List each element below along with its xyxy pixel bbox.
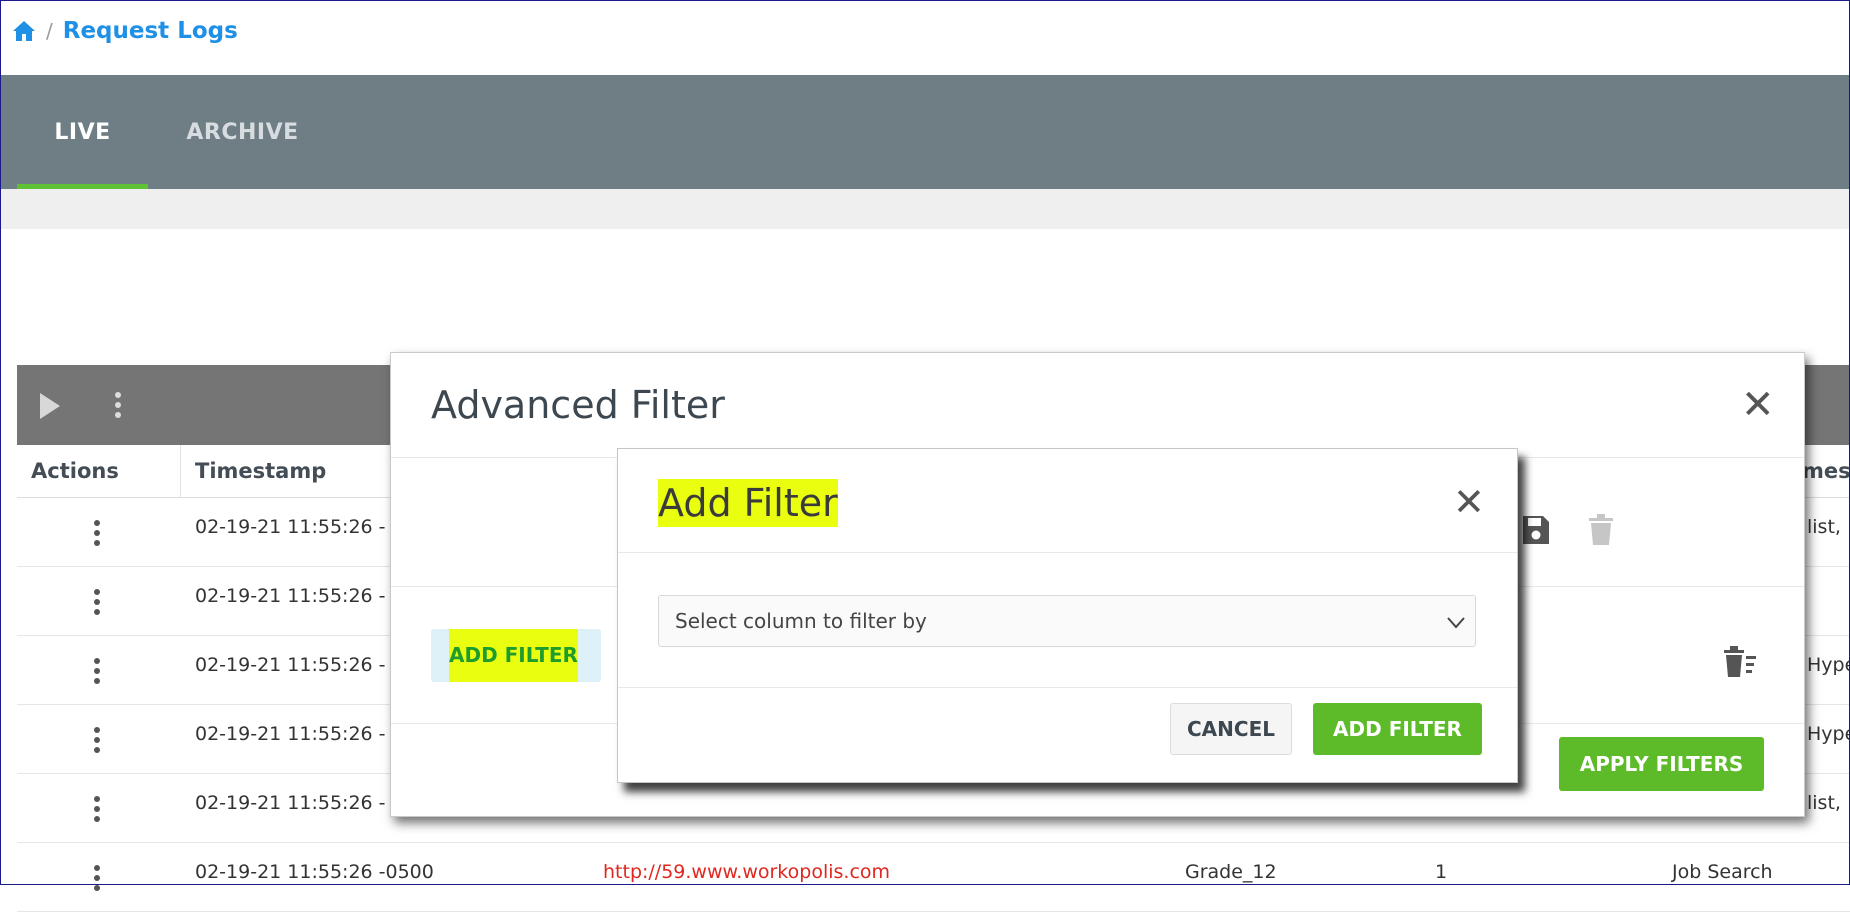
divider (618, 552, 1517, 553)
table-row[interactable]: 02-19-21 11:55:26 -0500 http://59.www.wo… (17, 843, 1850, 912)
row-menu-icon[interactable] (92, 727, 102, 757)
save-icon[interactable] (1521, 514, 1551, 546)
cancel-button[interactable]: CANCEL (1170, 703, 1292, 755)
timestamp-cell: 02-19-21 11:55:26 - (195, 723, 386, 745)
url-link[interactable]: http://59.www.workopolis.com (603, 861, 890, 883)
timestamp-cell: 02-19-21 11:55:26 - (195, 654, 386, 676)
row-menu-icon[interactable] (92, 865, 102, 895)
delete-icon[interactable] (1588, 514, 1614, 546)
close-icon[interactable]: ✕ (1741, 385, 1775, 425)
page-title: Request Logs (62, 18, 238, 44)
breadcrumb: / Request Logs (12, 18, 238, 44)
row-menu-icon[interactable] (92, 796, 102, 826)
timestamp-cell: 02-19-21 11:55:26 -0500 (195, 861, 434, 883)
count-cell: 1 (1435, 861, 1448, 883)
add-filter-button[interactable]: ADD FILTER (431, 629, 601, 682)
breadcrumb-separator: / (46, 19, 53, 43)
close-icon[interactable]: ✕ (1453, 483, 1485, 521)
column-select[interactable]: Select column to filter by (658, 595, 1476, 647)
play-icon[interactable] (40, 393, 60, 419)
cell-fragment: list, (1807, 792, 1841, 814)
category-cell: Job Search (1672, 861, 1773, 883)
tab-bar: LIVE ARCHIVE (0, 75, 1850, 189)
add-filter-dialog-title: Add Filter (658, 479, 838, 527)
top-bar: / Request Logs (0, 0, 1850, 76)
row-menu-icon[interactable] (92, 589, 102, 619)
add-filter-confirm-button[interactable]: ADD FILTER (1313, 703, 1482, 755)
chevron-down-icon (1447, 614, 1465, 629)
advanced-filter-title: Advanced Filter (431, 383, 725, 427)
home-icon[interactable] (12, 20, 36, 42)
clear-filters-icon[interactable] (1723, 646, 1757, 678)
row-menu-icon[interactable] (92, 520, 102, 550)
divider (618, 687, 1517, 688)
cell-fragment: list, (1807, 516, 1841, 538)
column-header-actions[interactable]: Actions (31, 445, 119, 497)
cell-fragment: Hype (1807, 723, 1850, 745)
timestamp-cell: 02-19-21 11:55:26 - (195, 516, 386, 538)
content-gutter (0, 189, 1850, 229)
column-header-timestamp[interactable]: Timestamp (195, 445, 326, 497)
column-header-partial[interactable]: mes (1802, 445, 1850, 497)
grade-cell: Grade_12 (1185, 861, 1277, 883)
column-select-placeholder: Select column to filter by (675, 609, 927, 633)
cell-fragment: Hype (1807, 654, 1850, 676)
tab-archive[interactable]: ARCHIVE (175, 75, 310, 189)
timestamp-cell: 02-19-21 11:55:26 - (195, 792, 386, 814)
apply-filters-button[interactable]: APPLY FILTERS (1559, 737, 1764, 791)
add-filter-dialog: Add Filter ✕ Select column to filter by … (617, 448, 1518, 783)
row-menu-icon[interactable] (92, 658, 102, 688)
more-vertical-icon[interactable] (113, 392, 123, 422)
timestamp-cell: 02-19-21 11:55:26 - (195, 585, 386, 607)
add-filter-label: ADD FILTER (449, 629, 578, 682)
tab-live[interactable]: LIVE (17, 75, 148, 189)
